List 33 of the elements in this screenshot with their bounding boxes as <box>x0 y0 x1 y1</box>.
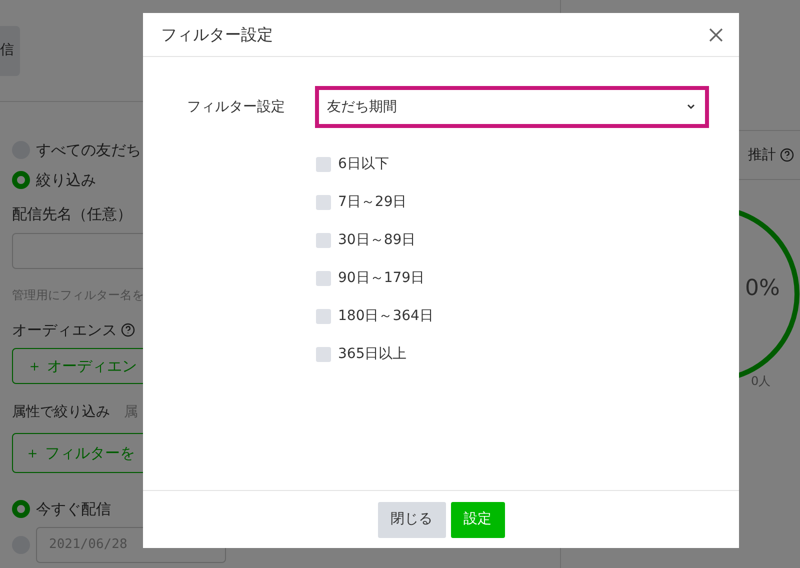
radio-label: すべての友だち <box>36 140 141 161</box>
help-icon[interactable] <box>780 148 794 162</box>
close-icon[interactable] <box>709 28 723 42</box>
people-count: 0人 <box>751 373 771 390</box>
chevron-down-icon <box>687 104 695 110</box>
close-button[interactable]: 閉じる <box>378 502 446 538</box>
checkbox-label: 30日～89日 <box>338 230 416 250</box>
help-icon[interactable] <box>121 323 135 337</box>
radio-button[interactable] <box>12 171 30 189</box>
checkbox-label: 365日以上 <box>338 344 407 364</box>
checkbox[interactable] <box>316 156 331 172</box>
filter-select[interactable]: 友だち期間 <box>315 86 709 128</box>
tab-button[interactable]: 信 <box>0 26 20 76</box>
field-label: 配信先名（任意） <box>12 204 132 225</box>
radio-button[interactable] <box>12 500 30 518</box>
section-label: オーディエンス <box>12 320 117 341</box>
section-label: 属性で絞り込み <box>12 402 110 422</box>
field-label: フィルター設定 <box>186 98 285 116</box>
checkbox-label: 90日～179日 <box>338 268 425 288</box>
checkbox-label: 180日～364日 <box>338 306 434 326</box>
dialog-title: フィルター設定 <box>161 24 273 46</box>
checkbox[interactable] <box>316 308 331 324</box>
percent-value: 0% <box>745 275 780 303</box>
radio-label: 今すぐ配信 <box>36 498 111 520</box>
checkbox[interactable] <box>316 194 331 210</box>
checkbox[interactable] <box>316 232 331 248</box>
checkbox[interactable] <box>316 270 331 286</box>
checkbox-label: 6日以下 <box>338 154 389 174</box>
checkbox-label: 7日～29日 <box>338 192 407 212</box>
estimate-label: 推計 <box>748 146 776 164</box>
radio-label: 絞り込み <box>36 170 96 191</box>
checkbox[interactable] <box>316 346 331 362</box>
confirm-button[interactable]: 設定 <box>450 502 504 538</box>
